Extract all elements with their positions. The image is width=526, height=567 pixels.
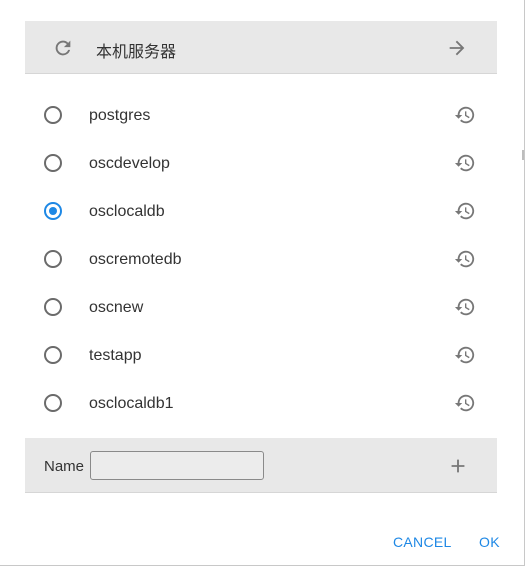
database-row[interactable]: osclocaldb1	[25, 380, 497, 428]
history-icon[interactable]	[454, 248, 476, 270]
arrow-right-icon[interactable]	[446, 37, 468, 59]
database-list: postgres oscdevelop osclocaldb oscremote…	[25, 92, 497, 428]
database-name: testapp	[89, 347, 142, 364]
history-icon[interactable]	[454, 200, 476, 222]
database-radio[interactable]	[44, 298, 62, 316]
history-icon[interactable]	[454, 344, 476, 366]
database-row[interactable]: testapp	[25, 332, 497, 380]
server-bar: 本机服务器	[25, 21, 497, 74]
cancel-button[interactable]: CANCEL	[393, 534, 452, 550]
database-radio[interactable]	[44, 394, 62, 412]
database-name: oscnew	[89, 299, 144, 316]
history-icon[interactable]	[454, 152, 476, 174]
database-row[interactable]: osclocaldb	[25, 188, 497, 236]
server-name: 本机服务器	[96, 44, 177, 61]
database-row[interactable]: postgres	[25, 92, 497, 140]
history-icon[interactable]	[454, 392, 476, 414]
plus-icon[interactable]	[447, 455, 469, 477]
name-input[interactable]	[90, 451, 264, 480]
database-selection-dialog: 本机服务器 postgres oscdevelop osclocaldb osc…	[0, 0, 525, 566]
database-name: oscdevelop	[89, 155, 170, 172]
database-radio[interactable]	[44, 154, 62, 172]
name-label: Name	[44, 458, 85, 475]
database-name: oscremotedb	[89, 251, 182, 268]
database-row[interactable]: oscdevelop	[25, 140, 497, 188]
database-name: osclocaldb	[89, 203, 165, 220]
history-icon[interactable]	[454, 104, 476, 126]
database-row[interactable]: oscnew	[25, 284, 497, 332]
database-row[interactable]: oscremotedb	[25, 236, 497, 284]
refresh-icon[interactable]	[52, 37, 74, 59]
database-radio[interactable]	[44, 346, 62, 364]
database-radio-selected[interactable]	[44, 202, 62, 220]
database-radio[interactable]	[44, 106, 62, 124]
database-radio[interactable]	[44, 250, 62, 268]
edge-mark	[522, 150, 524, 160]
database-name: osclocaldb1	[89, 395, 174, 412]
history-icon[interactable]	[454, 296, 476, 318]
add-database-bar: Name	[25, 438, 497, 493]
ok-button[interactable]: OK	[479, 534, 500, 550]
database-name: postgres	[89, 107, 151, 124]
